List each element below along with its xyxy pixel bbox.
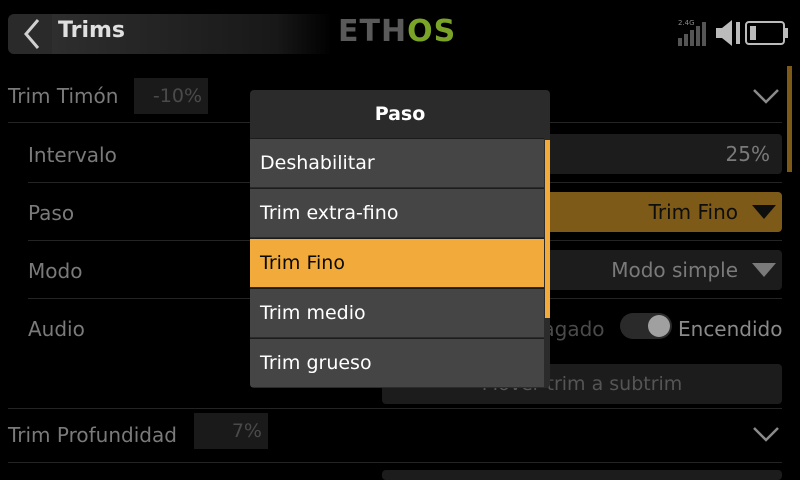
divider: [8, 462, 782, 463]
status-area: 2.4G: [676, 16, 792, 48]
popup-title: Paso: [374, 103, 426, 125]
chevron-down-icon[interactable]: [752, 424, 780, 444]
audio-on-label: Encendido: [678, 317, 783, 341]
option-trim-extra-fino[interactable]: Trim extra-fino: [250, 188, 544, 237]
option-trim-fino[interactable]: Trim Fino: [250, 238, 544, 287]
trim-timon-label: Trim Timón: [8, 84, 119, 108]
dropdown-arrow-icon: [752, 263, 776, 277]
paso-popup: Paso Deshabilitar Trim extra-fino Trim F…: [250, 90, 550, 388]
trim-profundidad-value[interactable]: 7%: [194, 413, 268, 449]
option-trim-grueso[interactable]: Trim grueso: [250, 338, 544, 387]
page-scrollbar[interactable]: [787, 66, 792, 172]
chevron-left-icon: [24, 19, 40, 49]
top-bar: Trims ETHOS 2.4G: [0, 0, 800, 64]
page-title: Trims: [58, 18, 125, 43]
ethos-logo: ETHOS: [338, 14, 457, 49]
back-button[interactable]: [8, 14, 52, 54]
rf-band-label: 2.4G: [678, 19, 695, 27]
trim-profundidad-label: Trim Profundidad: [8, 423, 177, 447]
paso-label: Paso: [28, 201, 75, 225]
trim-timon-value[interactable]: -10%: [134, 78, 208, 114]
battery-icon: [745, 21, 788, 45]
intervalo-label: Intervalo: [28, 143, 117, 167]
option-deshabilitar[interactable]: Deshabilitar: [250, 138, 544, 187]
audio-toggle[interactable]: [620, 313, 672, 339]
speaker-icon: [716, 20, 740, 46]
toggle-knob: [648, 315, 670, 337]
option-trim-medio[interactable]: Trim medio: [250, 288, 544, 337]
audio-label: Audio: [28, 317, 85, 341]
divider: [8, 408, 782, 409]
popup-scrollbar[interactable]: [545, 140, 550, 318]
next-row-field[interactable]: [382, 470, 782, 480]
modo-label: Modo: [28, 259, 83, 283]
chevron-down-icon[interactable]: [752, 86, 780, 106]
dropdown-arrow-icon: [752, 205, 776, 219]
